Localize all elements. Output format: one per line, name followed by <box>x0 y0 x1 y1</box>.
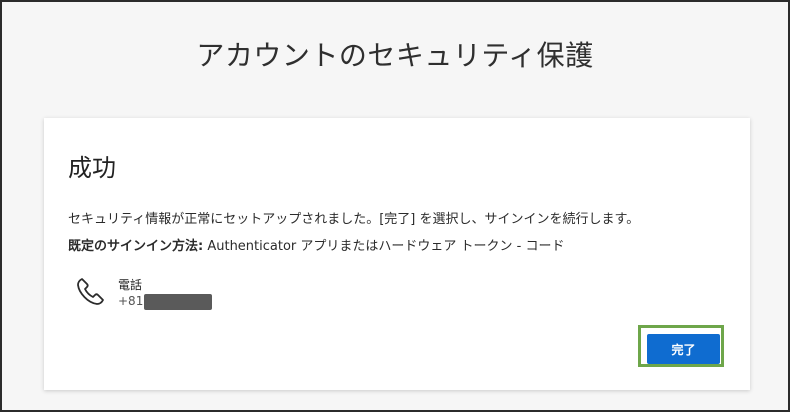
window-frame: アカウントのセキュリティ保護 成功 セキュリティ情報が正常にセットアップされまし… <box>0 0 790 412</box>
done-button[interactable]: 完了 <box>647 334 720 364</box>
default-method-label: 既定のサインイン方法: <box>68 239 204 254</box>
redacted-number <box>144 294 212 310</box>
default-signin-method: 既定のサインイン方法: Authenticator アプリまたはハードウェア ト… <box>68 235 564 254</box>
card-title: 成功 <box>68 154 116 182</box>
page-title: アカウントのセキュリティ保護 <box>196 39 594 72</box>
success-message: セキュリティ情報が正常にセットアップされました。[完了] を選択し、サインインを… <box>68 212 640 227</box>
method-phone-number: +81 <box>118 294 144 308</box>
success-card: 成功 セキュリティ情報が正常にセットアップされました。[完了] を選択し、サイン… <box>44 118 750 390</box>
default-method-value: Authenticator アプリまたはハードウェア トークン - コード <box>203 239 565 254</box>
method-name: 電話 <box>118 278 143 292</box>
phone-icon <box>77 278 104 305</box>
